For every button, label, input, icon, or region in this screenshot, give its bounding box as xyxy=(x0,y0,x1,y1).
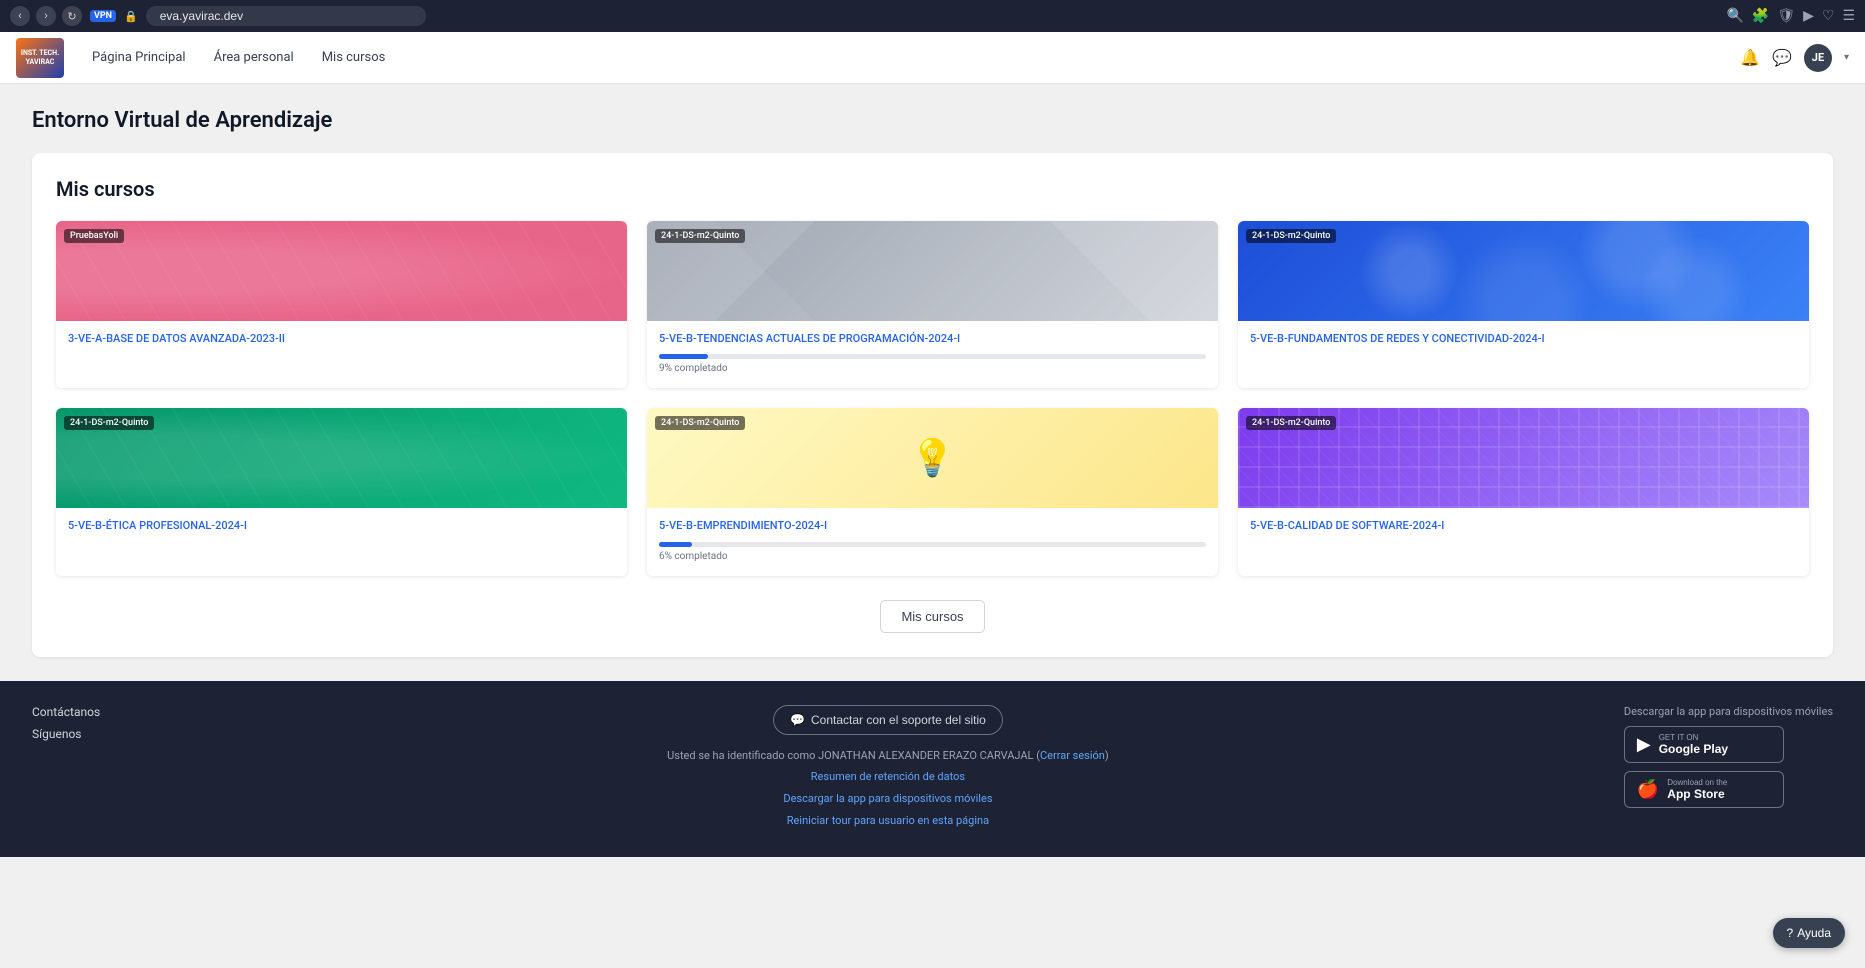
nav-right: 🔔 💬 JE ▾ xyxy=(1740,44,1849,72)
courses-section-title: Mis cursos xyxy=(56,177,1809,201)
footer-contact-link[interactable]: Contáctanos xyxy=(32,705,152,719)
course-card-3[interactable]: 24-1-DS-m2-Quinto 5-VE-B-FUNDAMENTOS DE … xyxy=(1238,221,1809,388)
browser-chrome: ‹ › ↻ VPN 🔒 🔍 🧩 🛡 ▶ ♡ ☰ xyxy=(0,0,1865,32)
course-thumb-1: PruebasYoli xyxy=(56,221,627,321)
main-content: Entorno Virtual de Aprendizaje Mis curso… xyxy=(0,84,1865,681)
google-play-text: GET IT ON Google Play xyxy=(1659,733,1728,756)
logout-link[interactable]: Cerrar sesión xyxy=(1040,749,1105,762)
course-name-6: 5-VE-B-CALIDAD DE SOFTWARE-2024-I xyxy=(1250,518,1797,533)
course-card-2[interactable]: 24-1-DS-m2-Quinto 5-VE-B-TENDENCIAS ACTU… xyxy=(647,221,1218,388)
course-thumb-5: 💡 24-1-DS-m2-Quinto xyxy=(647,408,1218,508)
course-tag-4: 24-1-DS-m2-Quinto xyxy=(64,416,154,430)
progress-label-2: 9% completado xyxy=(659,363,1206,374)
restart-tour-link[interactable]: Reiniciar tour para usuario en esta pági… xyxy=(787,814,989,827)
course-tag-6: 24-1-DS-m2-Quinto xyxy=(1246,416,1336,430)
course-thumb-4: 24-1-DS-m2-Quinto xyxy=(56,408,627,508)
nav-my-courses[interactable]: Mis cursos xyxy=(310,44,398,71)
course-info-2: 5-VE-B-TENDENCIAS ACTUALES DE PROGRAMACI… xyxy=(647,321,1218,388)
forward-button[interactable]: › xyxy=(36,6,56,26)
site-navigation: INST. TECH.YAVIRAC Página Principal Área… xyxy=(0,32,1865,84)
help-fab-button[interactable]: ? Ayuda xyxy=(1773,918,1846,948)
mobile-download-title: Descargar la app para dispositivos móvil… xyxy=(1624,705,1833,718)
footer-restart-tour: Reiniciar tour para usuario en esta pági… xyxy=(192,812,1584,830)
course-name-3: 5-VE-B-FUNDAMENTOS DE REDES Y CONECTIVID… xyxy=(1250,331,1797,346)
course-info-4: 5-VE-B-ÉTICA PROFESIONAL-2024-I xyxy=(56,508,627,555)
play-icon[interactable]: ▶ xyxy=(1803,8,1814,24)
google-play-icon: ▶ xyxy=(1637,734,1651,755)
page-title: Entorno Virtual de Aprendizaje xyxy=(32,108,1833,133)
shield-icon[interactable]: 🛡 xyxy=(1777,8,1795,24)
google-play-button[interactable]: ▶ GET IT ON Google Play xyxy=(1624,726,1784,763)
footer-download-app: Descargar la app para dispositivos móvil… xyxy=(192,790,1584,808)
course-info-1: 3-VE-A-BASE DE DATOS AVANZADA-2023-II xyxy=(56,321,627,368)
footer-data-summary: Resumen de retención de datos xyxy=(192,768,1584,786)
lock-icon: 🔒 xyxy=(124,10,138,23)
data-retention-link[interactable]: Resumen de retención de datos xyxy=(811,770,965,783)
notifications-button[interactable]: 🔔 xyxy=(1740,48,1760,68)
course-name-2: 5-VE-B-TENDENCIAS ACTUALES DE PROGRAMACI… xyxy=(659,331,1206,346)
course-thumb-3: 24-1-DS-m2-Quinto xyxy=(1238,221,1809,321)
site-footer: Contáctanos Síguenos 💬 Contactar con el … xyxy=(0,681,1865,857)
support-button-label: Contactar con el soporte del sitio xyxy=(811,713,986,727)
course-card-6[interactable]: 24-1-DS-m2-Quinto 5-VE-B-CALIDAD DE SOFT… xyxy=(1238,408,1809,575)
menu-icon[interactable]: ☰ xyxy=(1842,8,1855,24)
course-info-6: 5-VE-B-CALIDAD DE SOFTWARE-2024-I xyxy=(1238,508,1809,555)
course-tag-1: PruebasYoli xyxy=(64,229,124,243)
course-name-1: 3-VE-A-BASE DE DATOS AVANZADA-2023-II xyxy=(68,331,615,346)
progress-label-5: 6% completado xyxy=(659,551,1206,562)
course-name-5: 5-VE-B-EMPRENDIMIENTO-2024-I xyxy=(659,518,1206,533)
footer-left: Contáctanos Síguenos xyxy=(32,705,152,749)
help-icon: ? xyxy=(1787,926,1794,940)
heart-icon[interactable]: ♡ xyxy=(1822,8,1835,24)
user-menu-chevron[interactable]: ▾ xyxy=(1844,52,1849,63)
course-card-4[interactable]: 24-1-DS-m2-Quinto 5-VE-B-ÉTICA PROFESION… xyxy=(56,408,627,575)
app-store-button[interactable]: 🍎 Download on the App Store xyxy=(1624,771,1784,808)
course-thumb-6: 24-1-DS-m2-Quinto xyxy=(1238,408,1809,508)
mis-cursos-button[interactable]: Mis cursos xyxy=(880,600,984,633)
download-app-link[interactable]: Descargar la app para dispositivos móvil… xyxy=(783,792,992,805)
course-tag-3: 24-1-DS-m2-Quinto xyxy=(1246,229,1336,243)
apple-icon: 🍎 xyxy=(1637,779,1659,800)
search-icon[interactable]: 🔍 xyxy=(1726,8,1743,24)
progress-bar-fill-2 xyxy=(659,354,708,359)
main-nav: Página Principal Área personal Mis curso… xyxy=(80,44,397,71)
footer-follow-link[interactable]: Síguenos xyxy=(32,727,152,741)
site-logo: INST. TECH.YAVIRAC xyxy=(16,38,64,78)
progress-bar-fill-5 xyxy=(659,542,692,547)
progress-bar-wrap-5 xyxy=(659,542,1206,547)
course-info-3: 5-VE-B-FUNDAMENTOS DE REDES Y CONECTIVID… xyxy=(1238,321,1809,368)
nav-personal-area[interactable]: Área personal xyxy=(202,44,306,71)
courses-grid: PruebasYoli 3-VE-A-BASE DE DATOS AVANZAD… xyxy=(56,221,1809,576)
course-name-4: 5-VE-B-ÉTICA PROFESIONAL-2024-I xyxy=(68,518,615,533)
help-fab-label: Ayuda xyxy=(1797,926,1831,940)
course-card-1[interactable]: PruebasYoli 3-VE-A-BASE DE DATOS AVANZAD… xyxy=(56,221,627,388)
vpn-badge: VPN xyxy=(90,10,116,22)
browser-controls: ‹ › ↻ xyxy=(10,6,82,26)
progress-bar-wrap-2 xyxy=(659,354,1206,359)
course-tag-2: 24-1-DS-m2-Quinto xyxy=(655,229,745,243)
url-bar[interactable] xyxy=(146,6,426,26)
courses-container: Mis cursos PruebasYoli 3-VE-A-BASE DE DA… xyxy=(32,153,1833,657)
messages-button[interactable]: 💬 xyxy=(1772,48,1792,68)
footer-logged-as: Usted se ha identificado como JONATHAN A… xyxy=(192,747,1584,765)
footer-center: 💬 Contactar con el soporte del sitio Ust… xyxy=(192,705,1584,833)
course-info-5: 5-VE-B-EMPRENDIMIENTO-2024-I 6% completa… xyxy=(647,508,1218,575)
app-store-text: Download on the App Store xyxy=(1667,778,1727,801)
course-card-5[interactable]: 💡 24-1-DS-m2-Quinto 5-VE-B-EMPRENDIMIENT… xyxy=(647,408,1218,575)
browser-right-icons: 🔍 🧩 🛡 ▶ ♡ ☰ xyxy=(1726,8,1855,24)
reload-button[interactable]: ↻ xyxy=(62,6,82,26)
support-icon: 💬 xyxy=(790,713,805,727)
nav-home[interactable]: Página Principal xyxy=(80,44,198,71)
footer-right: Descargar la app para dispositivos móvil… xyxy=(1624,705,1833,816)
extensions-icon[interactable]: 🧩 xyxy=(1752,8,1769,24)
user-avatar[interactable]: JE xyxy=(1804,44,1832,72)
course-thumb-2: 24-1-DS-m2-Quinto xyxy=(647,221,1218,321)
back-button[interactable]: ‹ xyxy=(10,6,30,26)
course-tag-5: 24-1-DS-m2-Quinto xyxy=(655,416,745,430)
support-button[interactable]: 💬 Contactar con el soporte del sitio xyxy=(773,705,1003,735)
